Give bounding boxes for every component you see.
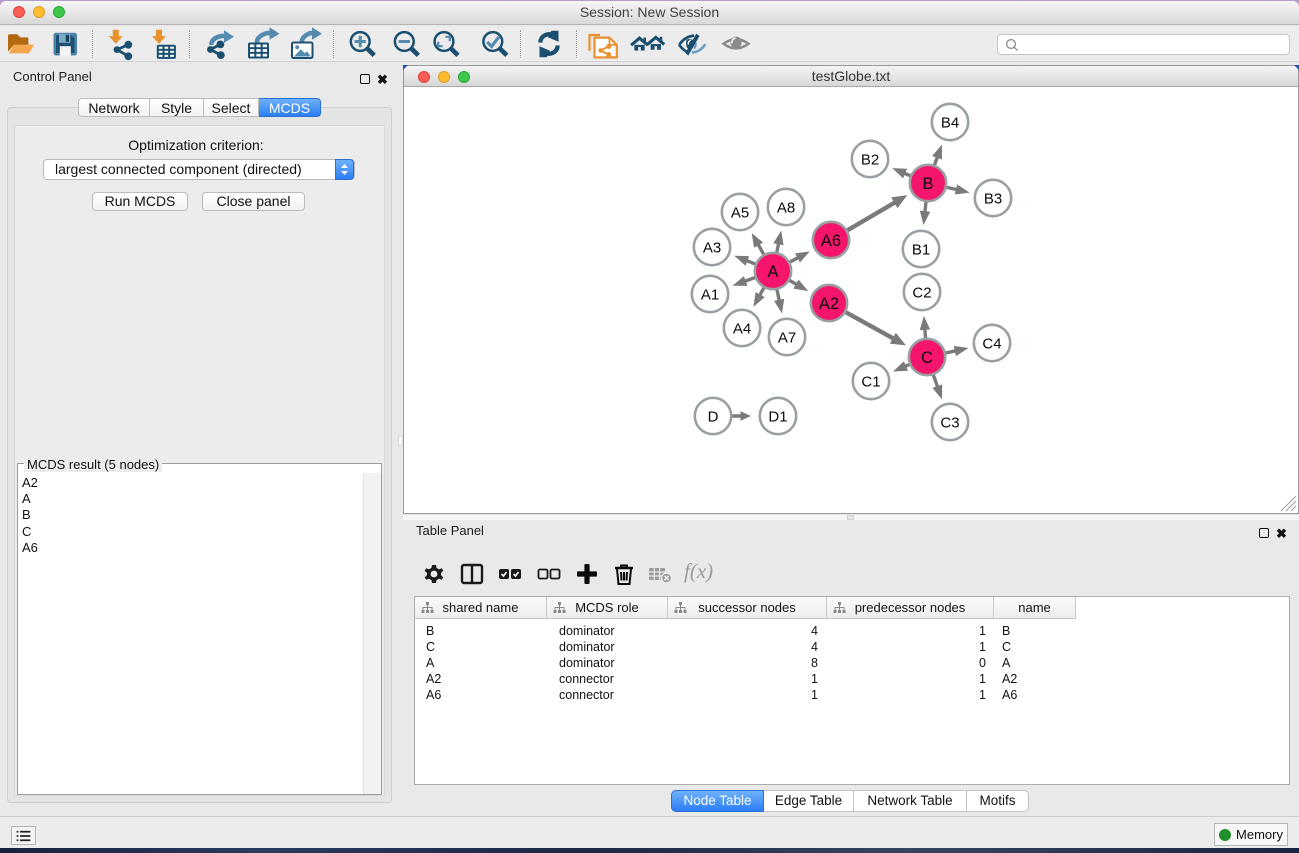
svg-text:A1: A1 (701, 286, 719, 303)
svg-text:B2: B2 (861, 151, 879, 168)
svg-text:C: C (921, 349, 933, 367)
svg-text:C1: C1 (861, 373, 880, 390)
svg-text:A8: A8 (777, 199, 795, 216)
svg-text:B: B (922, 175, 933, 193)
svg-text:D: D (708, 408, 719, 425)
svg-text:A6: A6 (821, 232, 841, 250)
svg-text:B4: B4 (941, 114, 959, 131)
svg-text:B3: B3 (984, 190, 1002, 207)
svg-text:A4: A4 (733, 320, 751, 337)
svg-text:C3: C3 (940, 414, 959, 431)
svg-text:A: A (767, 263, 778, 281)
svg-text:D1: D1 (768, 408, 787, 425)
svg-text:A2: A2 (819, 295, 839, 313)
svg-text:C4: C4 (982, 335, 1001, 352)
svg-text:B1: B1 (912, 241, 930, 258)
svg-text:A5: A5 (731, 204, 749, 221)
svg-text:A3: A3 (703, 239, 721, 256)
svg-text:A7: A7 (778, 329, 796, 346)
svg-text:C2: C2 (912, 284, 931, 301)
